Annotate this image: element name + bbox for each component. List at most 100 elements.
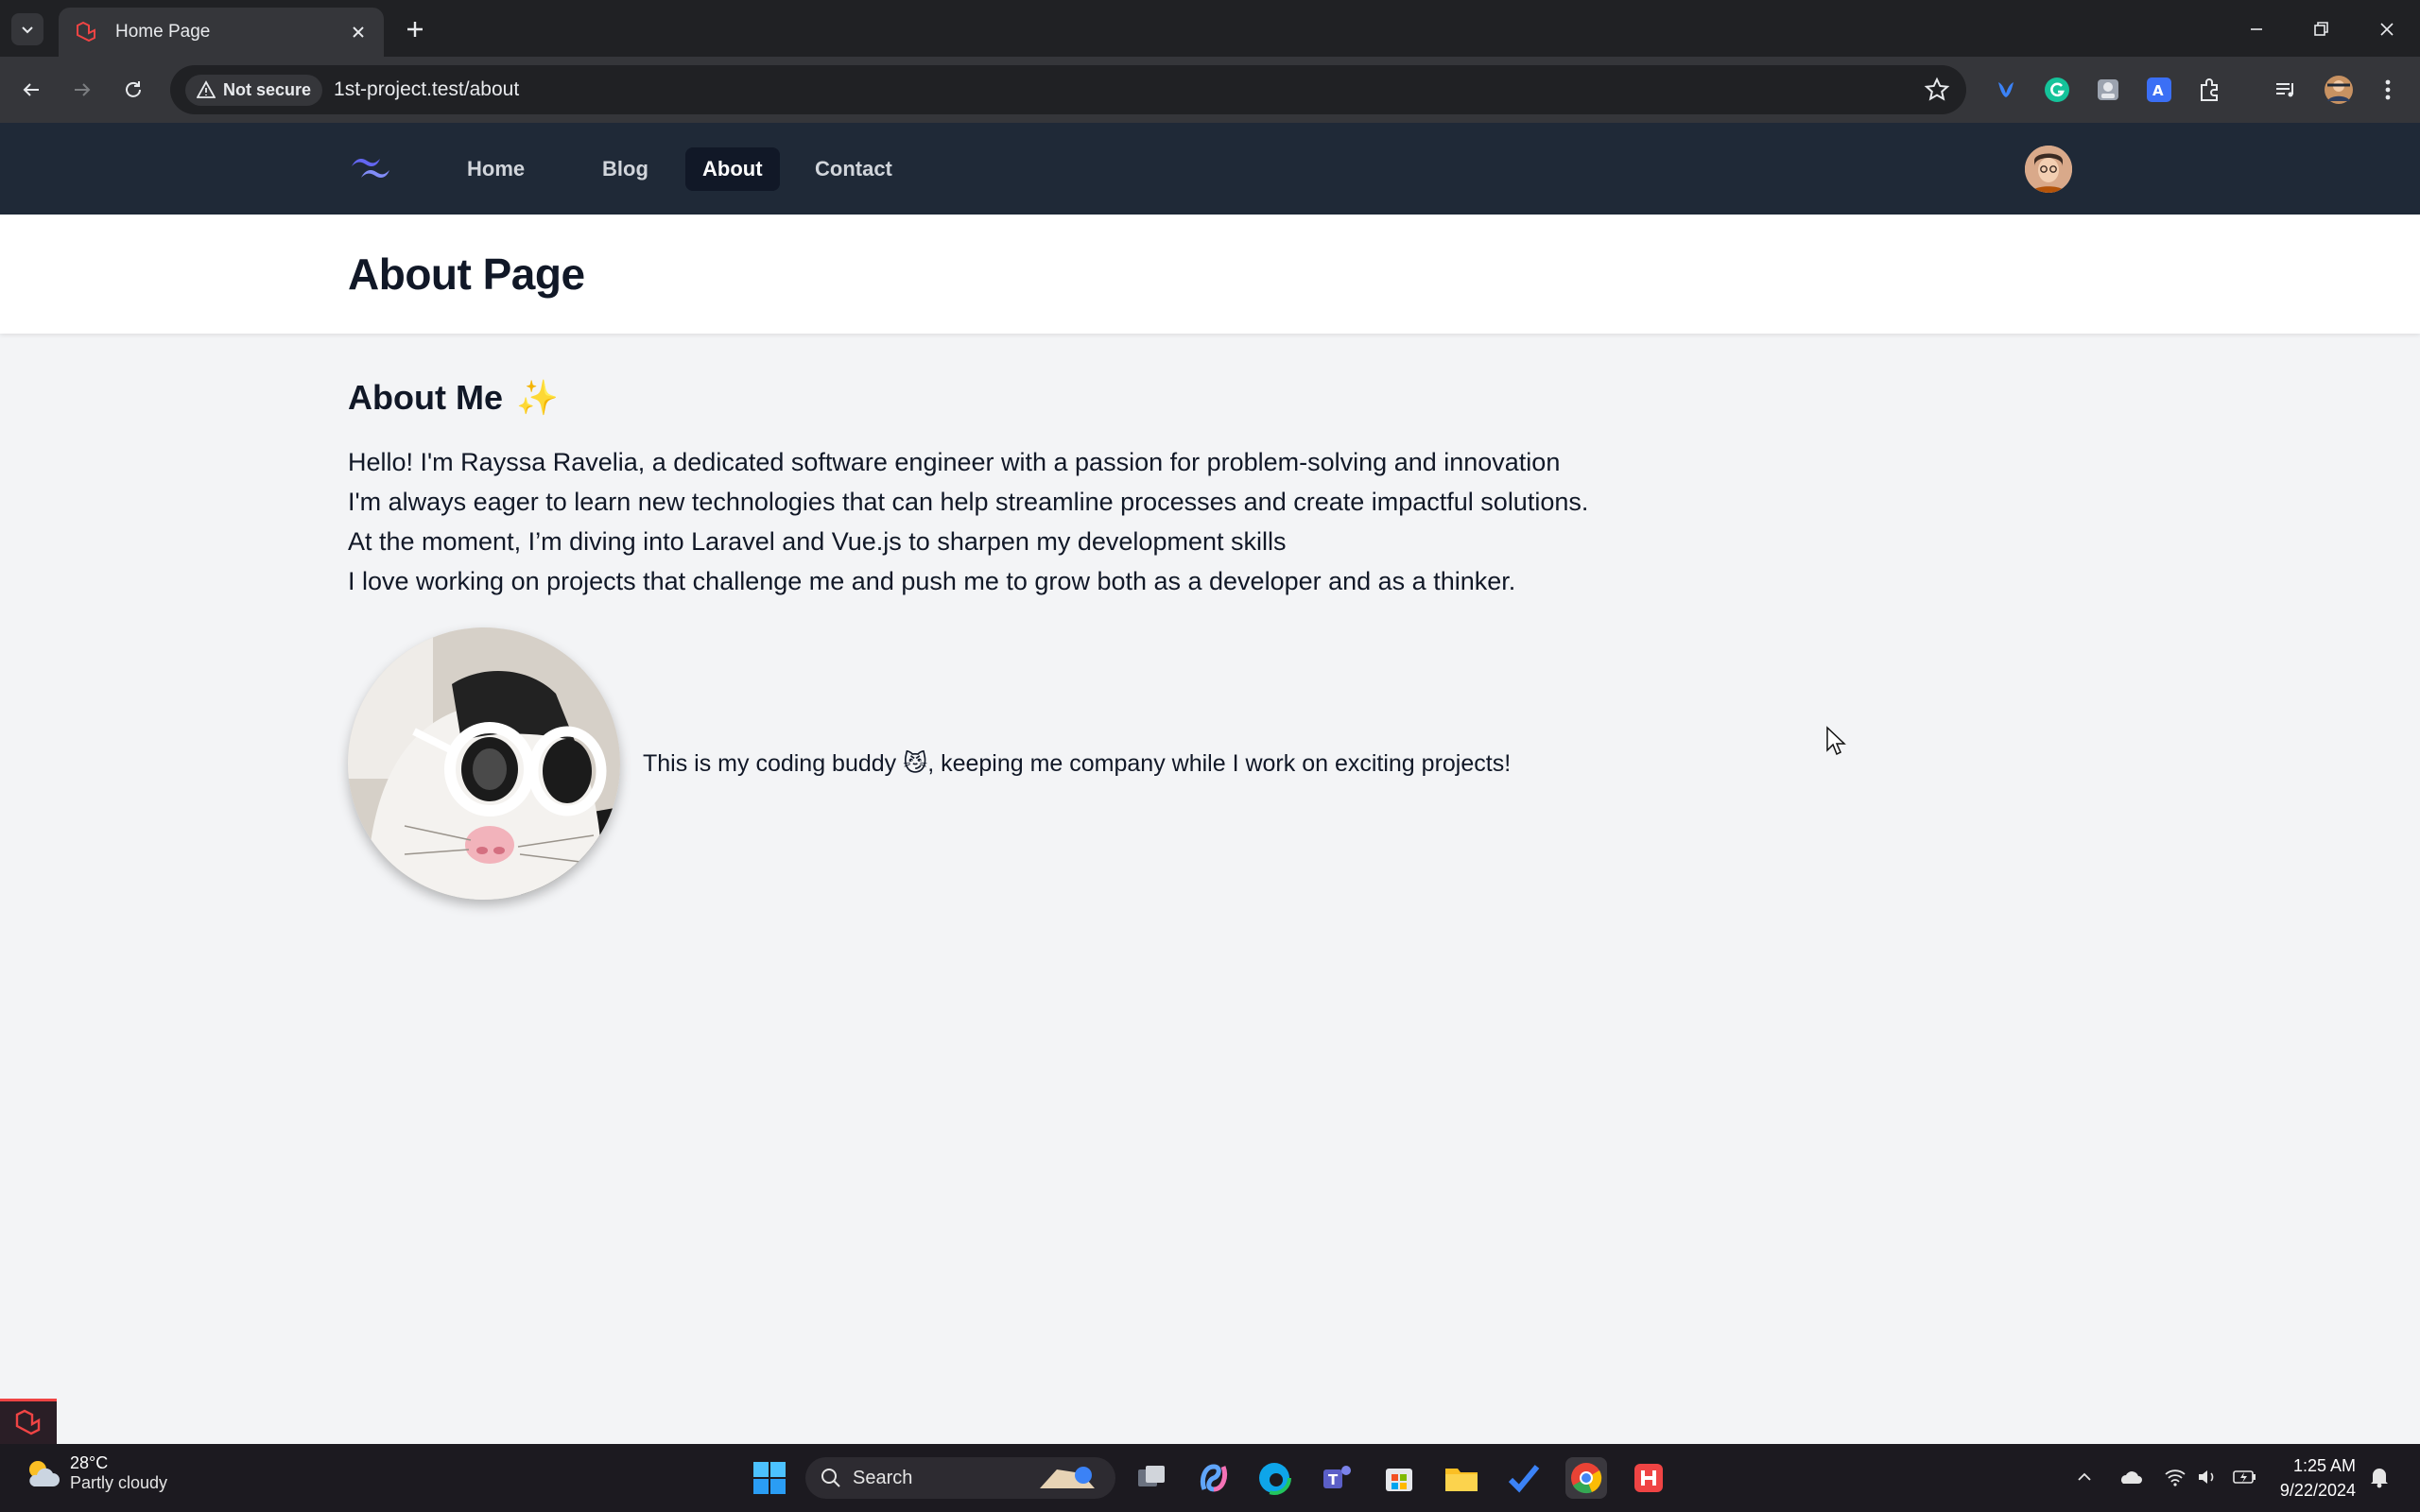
not-secure-label: Not secure (223, 79, 312, 99)
teams-button[interactable]: T (1316, 1457, 1357, 1499)
tailwind-logo-icon[interactable] (348, 153, 393, 183)
show-hidden-icons-button[interactable] (2070, 1463, 2099, 1491)
page-header: About Page (0, 215, 2420, 334)
weather-widget[interactable]: 28°C Partly cloudy (23, 1453, 167, 1493)
about-line-3: At the moment, I’m diving into Laravel a… (348, 527, 1287, 556)
store-button[interactable] (1378, 1457, 1420, 1499)
close-window-button[interactable] (2371, 13, 2403, 45)
cat-photo (348, 627, 620, 900)
nav-link-contact[interactable]: Contact (798, 147, 909, 191)
file-explorer-button[interactable] (1441, 1457, 1482, 1499)
site-navbar: Home Blog About Contact (0, 123, 2420, 215)
extension-profile-icon[interactable] (2091, 73, 2125, 107)
nav-link-blog[interactable]: Blog (585, 147, 666, 191)
laravel-debugbar-button[interactable] (0, 1399, 57, 1444)
warning-icon (197, 80, 216, 98)
microsoft-store-icon (1386, 1469, 1412, 1491)
browser-tab[interactable]: Home Page (59, 8, 384, 57)
minimize-icon (2251, 28, 2262, 30)
back-button[interactable] (13, 72, 49, 108)
chevron-up-icon (2078, 1472, 2091, 1481)
checkmark-icon (1508, 1465, 1540, 1493)
tab-search-button[interactable] (11, 13, 43, 45)
page-title: About Page (348, 249, 585, 299)
browser-tabstrip: Home Page (0, 0, 2420, 57)
chrome-button[interactable] (1565, 1457, 1607, 1499)
grammarly-icon[interactable] (2040, 73, 2074, 107)
search-icon (821, 1469, 840, 1487)
taskbar-search-label: Search (853, 1467, 913, 1488)
nav-link-about[interactable]: About (685, 147, 780, 191)
restore-button[interactable] (2305, 13, 2337, 45)
reload-icon (126, 81, 141, 97)
browser-toolbar: Not secure 1st-project.test/about A (0, 57, 2420, 123)
address-bar[interactable]: Not secure 1st-project.test/about (170, 65, 1966, 114)
task-view-button[interactable] (1131, 1457, 1172, 1499)
speaker-icon (2199, 1470, 2214, 1484)
extension-bluebird-icon[interactable] (1989, 73, 2023, 107)
bookmark-star-icon[interactable] (1923, 76, 1951, 104)
browser-menu-icon[interactable] (2371, 73, 2405, 107)
cat-with-sunglasses-image (348, 627, 620, 900)
user-avatar-image (2025, 146, 2072, 193)
close-tab-icon[interactable] (348, 22, 369, 43)
cat-emoji: 😼 (903, 750, 928, 777)
reload-button[interactable] (115, 72, 151, 108)
task-view-icon (1138, 1466, 1165, 1486)
folder-icon (1445, 1469, 1478, 1491)
start-button[interactable] (749, 1457, 790, 1499)
buddy-caption: This is my coding buddy 😼, keeping me co… (643, 749, 1511, 778)
restore-icon (2314, 22, 2328, 36)
copilot-icon (1200, 1464, 1228, 1492)
nav-link-home[interactable]: Home (450, 147, 542, 191)
about-paragraph: Hello! I'm Rayssa Ravelia, a dedicated s… (348, 442, 2072, 601)
volume-tray[interactable] (2193, 1463, 2221, 1491)
translate-icon[interactable]: A (2142, 73, 2176, 107)
battery-tray[interactable] (2231, 1463, 2259, 1491)
sparkles-emoji: ✨ (515, 378, 559, 417)
herd-icon (1634, 1464, 1663, 1492)
url-text[interactable]: 1st-project.test/about (334, 78, 1923, 101)
notifications-tray[interactable] (2365, 1463, 2394, 1491)
wifi-icon (2165, 1469, 2186, 1486)
svg-text:A: A (2152, 82, 2164, 99)
forward-button[interactable] (64, 72, 100, 108)
about-line-1: Hello! I'm Rayssa Ravelia, a dedicated s… (348, 448, 1561, 476)
weather-condition: Partly cloudy (70, 1473, 168, 1492)
taskbar-search[interactable]: Search (805, 1457, 1115, 1499)
svg-text:T: T (1328, 1471, 1339, 1488)
windows-logo-icon (753, 1462, 786, 1494)
copilot-button[interactable] (1193, 1457, 1235, 1499)
wifi-tray[interactable] (2161, 1463, 2189, 1491)
about-line-2: I'm always eager to learn new technologi… (348, 488, 1589, 516)
minimize-button[interactable] (2240, 13, 2273, 45)
coding-buddy-section: This is my coding buddy 😼, keeping me co… (348, 627, 2072, 900)
media-controls-icon[interactable] (2269, 73, 2303, 107)
about-heading-text: About Me (348, 378, 503, 417)
todo-button[interactable] (1503, 1457, 1545, 1499)
profile-avatar-icon[interactable] (2322, 73, 2356, 107)
cloud-icon (2121, 1471, 2142, 1484)
weather-temp: 28°C (70, 1453, 109, 1472)
teams-icon: T (1323, 1466, 1351, 1488)
battery-charging-icon (2233, 1470, 2256, 1484)
mouse-cursor-icon (1826, 726, 1846, 756)
taskbar-clock[interactable]: 1:25 AM 9/22/2024 (2269, 1453, 2356, 1503)
edge-button[interactable] (1253, 1457, 1295, 1499)
laravel-favicon-icon (77, 21, 95, 43)
main-content: About Me ✨ Hello! I'm Rayssa Ravelia, a … (348, 378, 2072, 900)
laravel-icon (15, 1409, 41, 1435)
caption-text-end: , keeping me company while I work on exc… (927, 750, 1512, 777)
extensions-puzzle-icon[interactable] (2193, 73, 2227, 107)
close-icon (2380, 23, 2394, 36)
site-info-chip[interactable]: Not secure (185, 74, 323, 106)
clock-time: 1:25 AM (2292, 1456, 2356, 1475)
user-avatar[interactable] (2025, 146, 2072, 193)
onedrive-tray[interactable] (2116, 1463, 2144, 1491)
arrow-right-icon (75, 83, 91, 96)
new-tab-icon[interactable] (401, 15, 429, 43)
caption-text-start: This is my coding buddy (643, 750, 904, 777)
arrow-left-icon (23, 83, 39, 96)
search-highlight-icon (1040, 1467, 1095, 1488)
herd-button[interactable] (1628, 1457, 1669, 1499)
